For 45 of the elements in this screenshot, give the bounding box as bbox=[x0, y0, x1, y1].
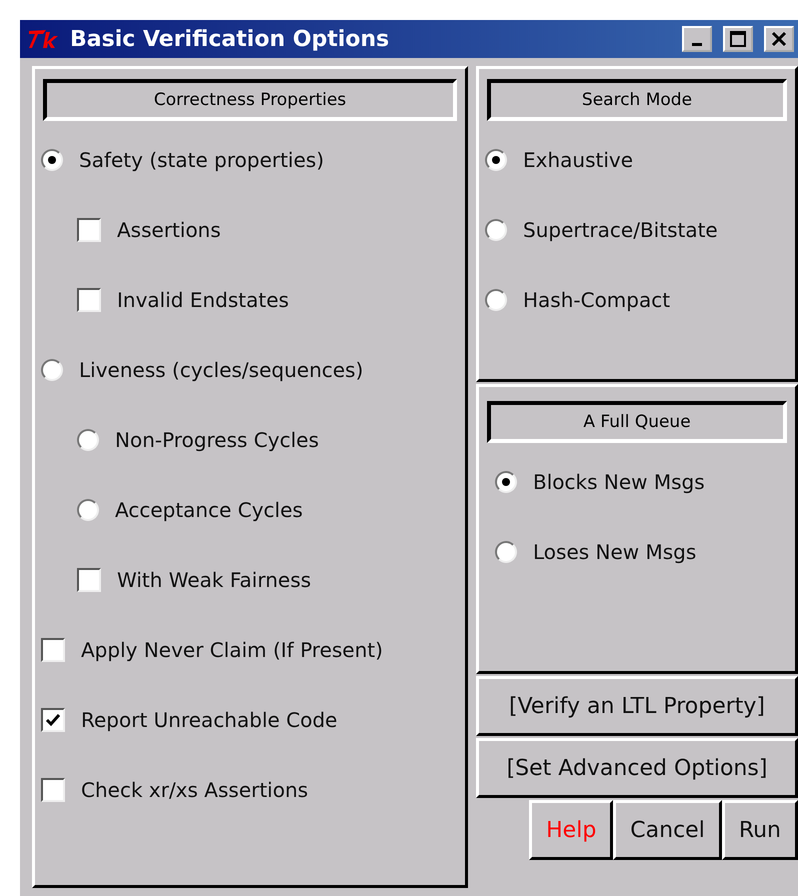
close-button[interactable] bbox=[764, 26, 794, 52]
checkbox[interactable] bbox=[77, 218, 101, 242]
minimize-icon bbox=[692, 42, 702, 46]
section-heading: Correctness Properties bbox=[43, 79, 457, 121]
option-label: Exhaustive bbox=[523, 148, 634, 172]
wide-button[interactable]: [Set Advanced Options] bbox=[476, 738, 798, 798]
wide-button[interactable]: [Verify an LTL Property] bbox=[476, 676, 798, 736]
radio-button[interactable] bbox=[485, 219, 507, 241]
option-label: Liveness (cycles/sequences) bbox=[79, 358, 364, 382]
maximize-button[interactable] bbox=[723, 26, 753, 52]
option-label: Report Unreachable Code bbox=[81, 708, 338, 732]
option-label: Supertrace/Bitstate bbox=[523, 218, 718, 242]
checkbox[interactable] bbox=[77, 568, 101, 592]
minimize-button[interactable] bbox=[682, 26, 712, 52]
radio-button[interactable] bbox=[41, 359, 63, 381]
checkbox[interactable] bbox=[41, 708, 65, 732]
option-label: Non-Progress Cycles bbox=[115, 428, 319, 452]
radio-button[interactable] bbox=[495, 471, 517, 493]
option-label: Check xr/xs Assertions bbox=[81, 778, 308, 802]
close-icon bbox=[771, 31, 787, 47]
dialog-button[interactable]: Run bbox=[722, 800, 798, 860]
option-label: Apply Never Claim (If Present) bbox=[81, 638, 383, 662]
option-label: Invalid Endstates bbox=[117, 288, 289, 312]
radio-button[interactable] bbox=[77, 429, 99, 451]
option-label: Assertions bbox=[117, 218, 221, 242]
radio-button[interactable] bbox=[77, 499, 99, 521]
option-label: Loses New Msgs bbox=[533, 540, 696, 564]
checkbox[interactable] bbox=[77, 288, 101, 312]
dialog-button[interactable]: Cancel bbox=[613, 800, 722, 860]
radio-button[interactable] bbox=[485, 149, 507, 171]
option-label: Acceptance Cycles bbox=[115, 498, 303, 522]
maximize-icon bbox=[729, 30, 747, 48]
checkbox[interactable] bbox=[41, 778, 65, 802]
radio-button[interactable] bbox=[485, 289, 507, 311]
option-label: Blocks New Msgs bbox=[533, 470, 705, 494]
radio-button[interactable] bbox=[495, 541, 517, 563]
option-label: With Weak Fairness bbox=[117, 568, 312, 592]
window-title: Basic Verification Options bbox=[70, 26, 390, 52]
check-icon bbox=[45, 712, 61, 728]
section-heading: A Full Queue bbox=[487, 401, 787, 443]
option-label: Hash-Compact bbox=[523, 288, 670, 312]
radio-button[interactable] bbox=[41, 149, 63, 171]
option-label: Safety (state properties) bbox=[79, 148, 324, 172]
checkbox[interactable] bbox=[41, 638, 65, 662]
section-heading: Search Mode bbox=[487, 79, 787, 121]
